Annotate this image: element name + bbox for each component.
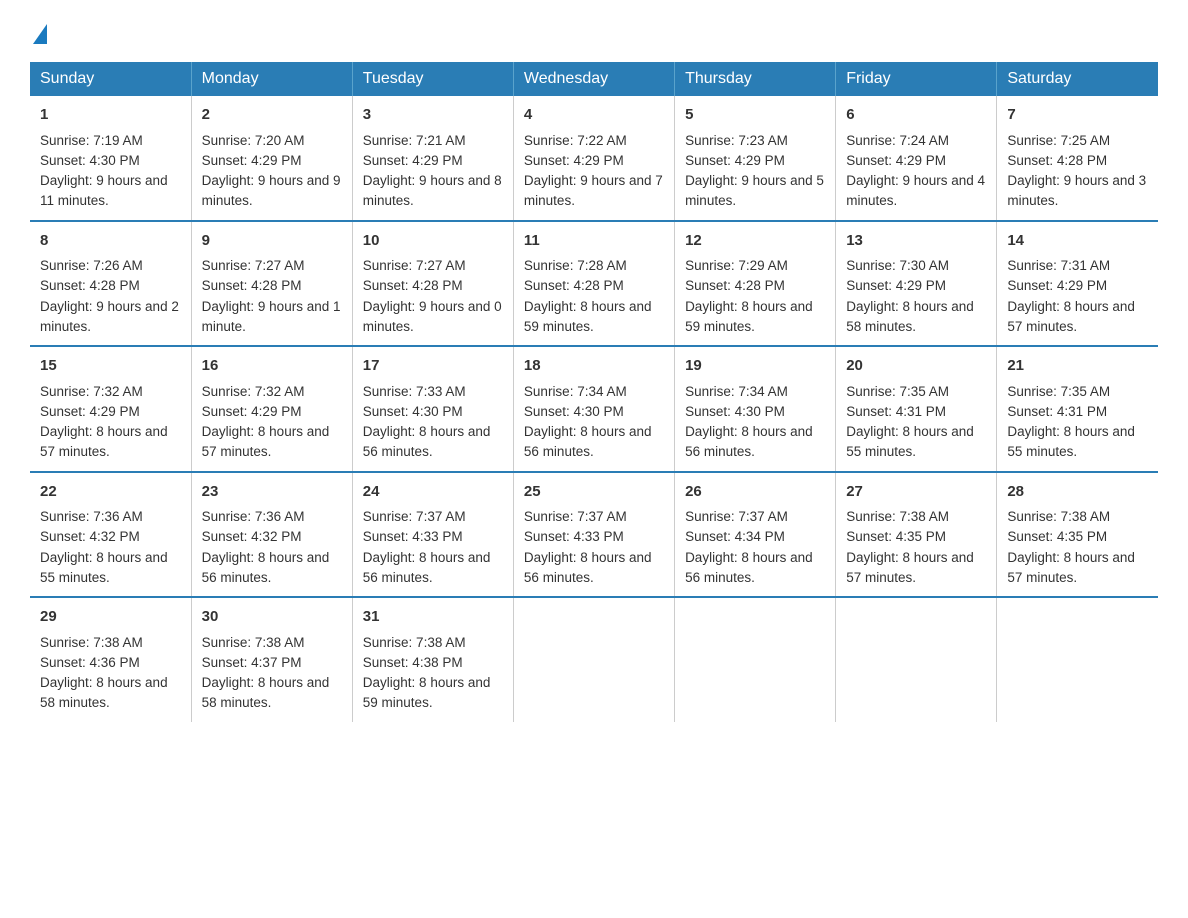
day-number: 2 xyxy=(202,104,342,127)
calendar-cell: 11Sunrise: 7:28 AMSunset: 4:28 PMDayligh… xyxy=(513,221,674,347)
day-header-sunday: Sunday xyxy=(30,62,191,96)
day-number: 3 xyxy=(363,104,503,127)
day-number: 19 xyxy=(685,355,825,378)
calendar-cell: 21Sunrise: 7:35 AMSunset: 4:31 PMDayligh… xyxy=(997,346,1158,472)
day-number: 4 xyxy=(524,104,664,127)
calendar-cell: 28Sunrise: 7:38 AMSunset: 4:35 PMDayligh… xyxy=(997,472,1158,598)
day-number: 27 xyxy=(846,481,986,504)
calendar-week-row: 1Sunrise: 7:19 AMSunset: 4:30 PMDaylight… xyxy=(30,96,1158,221)
logo-triangle-icon xyxy=(33,24,47,44)
calendar-cell: 20Sunrise: 7:35 AMSunset: 4:31 PMDayligh… xyxy=(836,346,997,472)
calendar-cell: 31Sunrise: 7:38 AMSunset: 4:38 PMDayligh… xyxy=(352,597,513,722)
page-header xyxy=(30,20,1158,42)
calendar-cell: 27Sunrise: 7:38 AMSunset: 4:35 PMDayligh… xyxy=(836,472,997,598)
day-number: 11 xyxy=(524,230,664,253)
calendar-cell: 12Sunrise: 7:29 AMSunset: 4:28 PMDayligh… xyxy=(675,221,836,347)
day-number: 15 xyxy=(40,355,181,378)
calendar-table: SundayMondayTuesdayWednesdayThursdayFrid… xyxy=(30,62,1158,722)
day-number: 16 xyxy=(202,355,342,378)
day-number: 1 xyxy=(40,104,181,127)
calendar-cell: 10Sunrise: 7:27 AMSunset: 4:28 PMDayligh… xyxy=(352,221,513,347)
calendar-cell: 25Sunrise: 7:37 AMSunset: 4:33 PMDayligh… xyxy=(513,472,674,598)
calendar-cell: 14Sunrise: 7:31 AMSunset: 4:29 PMDayligh… xyxy=(997,221,1158,347)
day-header-tuesday: Tuesday xyxy=(352,62,513,96)
calendar-cell: 16Sunrise: 7:32 AMSunset: 4:29 PMDayligh… xyxy=(191,346,352,472)
calendar-cell: 17Sunrise: 7:33 AMSunset: 4:30 PMDayligh… xyxy=(352,346,513,472)
logo xyxy=(30,20,47,42)
calendar-cell: 6Sunrise: 7:24 AMSunset: 4:29 PMDaylight… xyxy=(836,96,997,221)
calendar-cell: 19Sunrise: 7:34 AMSunset: 4:30 PMDayligh… xyxy=(675,346,836,472)
day-number: 28 xyxy=(1007,481,1148,504)
day-number: 8 xyxy=(40,230,181,253)
day-header-saturday: Saturday xyxy=(997,62,1158,96)
day-number: 24 xyxy=(363,481,503,504)
calendar-cell xyxy=(997,597,1158,722)
calendar-cell: 9Sunrise: 7:27 AMSunset: 4:28 PMDaylight… xyxy=(191,221,352,347)
calendar-cell: 29Sunrise: 7:38 AMSunset: 4:36 PMDayligh… xyxy=(30,597,191,722)
day-number: 30 xyxy=(202,606,342,629)
day-number: 26 xyxy=(685,481,825,504)
calendar-week-row: 15Sunrise: 7:32 AMSunset: 4:29 PMDayligh… xyxy=(30,346,1158,472)
day-number: 22 xyxy=(40,481,181,504)
day-number: 6 xyxy=(846,104,986,127)
calendar-cell xyxy=(836,597,997,722)
day-number: 25 xyxy=(524,481,664,504)
calendar-cell: 7Sunrise: 7:25 AMSunset: 4:28 PMDaylight… xyxy=(997,96,1158,221)
day-header-friday: Friday xyxy=(836,62,997,96)
day-number: 23 xyxy=(202,481,342,504)
calendar-cell xyxy=(513,597,674,722)
day-number: 7 xyxy=(1007,104,1148,127)
calendar-cell: 3Sunrise: 7:21 AMSunset: 4:29 PMDaylight… xyxy=(352,96,513,221)
calendar-cell: 15Sunrise: 7:32 AMSunset: 4:29 PMDayligh… xyxy=(30,346,191,472)
calendar-cell: 30Sunrise: 7:38 AMSunset: 4:37 PMDayligh… xyxy=(191,597,352,722)
calendar-cell: 2Sunrise: 7:20 AMSunset: 4:29 PMDaylight… xyxy=(191,96,352,221)
day-header-wednesday: Wednesday xyxy=(513,62,674,96)
day-number: 21 xyxy=(1007,355,1148,378)
day-number: 5 xyxy=(685,104,825,127)
calendar-week-row: 22Sunrise: 7:36 AMSunset: 4:32 PMDayligh… xyxy=(30,472,1158,598)
calendar-cell: 5Sunrise: 7:23 AMSunset: 4:29 PMDaylight… xyxy=(675,96,836,221)
day-number: 18 xyxy=(524,355,664,378)
day-number: 29 xyxy=(40,606,181,629)
day-number: 17 xyxy=(363,355,503,378)
calendar-cell: 24Sunrise: 7:37 AMSunset: 4:33 PMDayligh… xyxy=(352,472,513,598)
day-header-thursday: Thursday xyxy=(675,62,836,96)
day-number: 31 xyxy=(363,606,503,629)
calendar-cell: 1Sunrise: 7:19 AMSunset: 4:30 PMDaylight… xyxy=(30,96,191,221)
calendar-cell: 22Sunrise: 7:36 AMSunset: 4:32 PMDayligh… xyxy=(30,472,191,598)
day-number: 9 xyxy=(202,230,342,253)
day-header-monday: Monday xyxy=(191,62,352,96)
calendar-week-row: 29Sunrise: 7:38 AMSunset: 4:36 PMDayligh… xyxy=(30,597,1158,722)
calendar-cell: 13Sunrise: 7:30 AMSunset: 4:29 PMDayligh… xyxy=(836,221,997,347)
calendar-cell: 4Sunrise: 7:22 AMSunset: 4:29 PMDaylight… xyxy=(513,96,674,221)
day-number: 12 xyxy=(685,230,825,253)
calendar-week-row: 8Sunrise: 7:26 AMSunset: 4:28 PMDaylight… xyxy=(30,221,1158,347)
day-number: 14 xyxy=(1007,230,1148,253)
day-number: 10 xyxy=(363,230,503,253)
day-number: 13 xyxy=(846,230,986,253)
calendar-cell: 8Sunrise: 7:26 AMSunset: 4:28 PMDaylight… xyxy=(30,221,191,347)
days-header-row: SundayMondayTuesdayWednesdayThursdayFrid… xyxy=(30,62,1158,96)
calendar-cell: 26Sunrise: 7:37 AMSunset: 4:34 PMDayligh… xyxy=(675,472,836,598)
day-number: 20 xyxy=(846,355,986,378)
calendar-cell xyxy=(675,597,836,722)
calendar-cell: 23Sunrise: 7:36 AMSunset: 4:32 PMDayligh… xyxy=(191,472,352,598)
calendar-cell: 18Sunrise: 7:34 AMSunset: 4:30 PMDayligh… xyxy=(513,346,674,472)
